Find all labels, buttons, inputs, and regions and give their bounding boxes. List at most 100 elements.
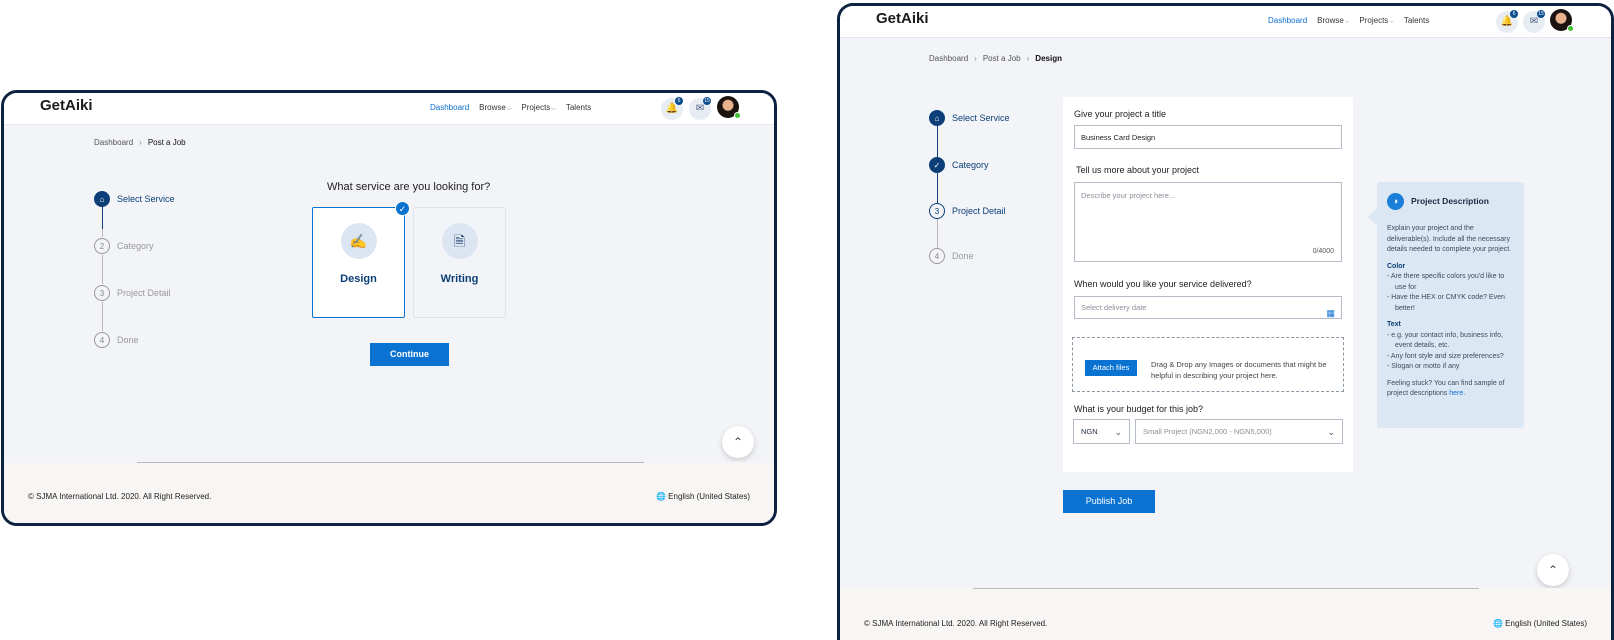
avatar[interactable] <box>717 96 741 119</box>
currency-select[interactable]: NGN ⌄ <box>1073 419 1130 444</box>
breadcrumb-dashboard[interactable]: Dashboard <box>929 54 968 63</box>
breadcrumb-design: Design <box>1035 54 1062 63</box>
footer-divider <box>973 588 1479 589</box>
nav-dashboard[interactable]: Dashboard <box>1268 16 1307 26</box>
step-connector <box>101 207 103 229</box>
file-drop-zone[interactable]: Attach files Drag & Drop any Images or d… <box>1072 337 1344 392</box>
budget-label: What is your budget for this job? <box>1074 404 1204 414</box>
step-number: 4 <box>94 332 110 348</box>
mail-icon[interactable]: ✉ 15 <box>689 97 711 120</box>
budget-range-select[interactable]: Small Project (NGN2,000 - NGN5,000) ⌄ <box>1135 419 1343 444</box>
main-nav: Dashboard Browse⌵ Projects⌵ Talents <box>430 103 591 113</box>
service-question-heading: What service are you looking for? <box>327 181 491 193</box>
design-pen-icon: ✍ <box>340 223 377 259</box>
chevron-right-icon: › <box>1026 54 1030 63</box>
tip-header: ◑ Project Description <box>1387 193 1514 210</box>
nav-talents[interactable]: Talents <box>1404 16 1429 26</box>
breadcrumb: Dashboard › Post a Job › Design <box>929 54 1062 63</box>
service-card-writing[interactable]: 🗎 Writing <box>413 207 506 318</box>
bell-icon[interactable]: 🔔 6 <box>1496 10 1518 33</box>
chevron-down-icon: ⌄ <box>1114 427 1122 437</box>
breadcrumb-post-a-job[interactable]: Post a Job <box>983 54 1021 63</box>
breadcrumb-dashboard[interactable]: Dashboard <box>94 138 133 147</box>
step-number: 3 <box>929 203 945 219</box>
project-description-textarea[interactable]: Describe your project here... 0/4000 <box>1074 182 1342 262</box>
step-connector <box>936 219 938 248</box>
attach-files-button[interactable]: Attach files <box>1085 360 1137 376</box>
copyright-text: © SJMA International Ltd. 2020. All Righ… <box>28 492 212 501</box>
step-number: 3 <box>94 285 110 301</box>
tip-color-item: - Have the HEX or CMYK code? Even better… <box>1387 294 1505 312</box>
step-connector <box>936 173 938 203</box>
delivery-label: When would you like your service deliver… <box>1074 279 1252 289</box>
sample-descriptions-link[interactable]: here. <box>1449 390 1465 397</box>
language-selector[interactable]: 🌐 English (United States) <box>656 492 750 501</box>
chevron-up-icon[interactable]: ⌃ <box>722 426 754 458</box>
step-category: ✓ Category <box>929 157 989 173</box>
step-select-service: ⌂ Select Service <box>929 110 1010 126</box>
publish-job-button[interactable]: Publish Job <box>1063 490 1155 513</box>
step-connector <box>936 126 938 157</box>
app-logo[interactable]: GetAiki <box>40 97 93 114</box>
tip-text-item: - Any font style and size preferences? <box>1387 352 1504 360</box>
chevron-right-icon: › <box>974 54 977 63</box>
language-selector[interactable]: 🌐 English (United States) <box>1493 619 1587 628</box>
step-connector <box>101 302 103 331</box>
app-logo[interactable]: GetAiki <box>876 10 929 27</box>
tip-text-item: - e.g. your contact info, business info,… <box>1387 331 1503 350</box>
check-icon: ✓ <box>395 201 410 216</box>
nav-browse[interactable]: Browse⌵ <box>479 103 511 113</box>
chevron-down-icon: ⌵ <box>1389 19 1394 25</box>
step-connector <box>101 255 103 284</box>
character-counter: 0/4000 <box>1312 248 1334 255</box>
nav-projects[interactable]: Projects⌵ <box>521 103 555 113</box>
post-job-project-detail-screen: GetAiki Dashboard Browse⌵ Projects⌵ Tale… <box>837 3 1614 640</box>
top-header: GetAiki Dashboard Browse⌵ Projects⌵ Tale… <box>4 93 774 125</box>
lightbulb-icon: ◑ <box>1387 193 1404 210</box>
chevron-down-icon: ⌵ <box>1344 19 1350 25</box>
delivery-date-input[interactable]: Select delivery date ▦ <box>1074 296 1342 319</box>
home-icon: ⌂ <box>929 110 945 126</box>
nav-projects[interactable]: Projects⌵ <box>1359 16 1393 26</box>
post-job-select-service-screen: GetAiki Dashboard Browse⌵ Projects⌵ Tale… <box>1 90 777 526</box>
tip-text-item: - Slogan or motto if any <box>1387 363 1460 370</box>
tip-intro: Explain your project and the deliverable… <box>1387 225 1512 253</box>
footer-divider <box>137 462 644 463</box>
continue-button[interactable]: Continue <box>370 343 449 366</box>
step-category: 2 Category <box>94 238 154 254</box>
step-project-detail: 3 Project Detail <box>929 203 1006 219</box>
chevron-down-icon: ⌵ <box>551 106 556 112</box>
nav-talents[interactable]: Talents <box>566 103 591 113</box>
check-icon: ✓ <box>929 157 945 173</box>
step-connector <box>101 229 103 237</box>
notification-badge: 6 <box>675 97 683 105</box>
tip-stuck-text: Feeling stuck? You can find sample of pr… <box>1387 379 1505 398</box>
nav-dashboard[interactable]: Dashboard <box>430 103 469 113</box>
chevron-down-icon: ⌵ <box>506 106 512 112</box>
tip-color-heading: Color <box>1387 262 1406 270</box>
online-status-dot <box>734 112 741 119</box>
chevron-down-icon: ⌄ <box>1327 427 1335 437</box>
project-description-tip: ◑ Project Description Explain your projec… <box>1368 182 1524 428</box>
mail-icon[interactable]: ✉ 15 <box>1523 10 1545 33</box>
title-label: Give your project a title <box>1074 109 1167 119</box>
avatar[interactable] <box>1550 9 1574 32</box>
step-select-service: ⌂ Select Service <box>94 191 175 207</box>
service-card-design[interactable]: ✓ ✍ Design <box>312 201 410 318</box>
step-number: 4 <box>929 248 945 264</box>
notification-badge: 6 <box>1510 10 1518 18</box>
drop-zone-text: Drag & Drop any Images or documents that… <box>1151 360 1327 380</box>
chevron-up-icon[interactable]: ⌃ <box>1537 554 1569 586</box>
bell-icon[interactable]: 🔔 6 <box>661 97 683 120</box>
breadcrumb: Dashboard › Post a Job <box>94 138 186 147</box>
main-nav: Dashboard Browse⌵ Projects⌵ Talents <box>1268 16 1429 26</box>
globe-icon: 🌐 <box>655 492 666 501</box>
project-title-input[interactable]: Business Card Design <box>1074 125 1342 149</box>
step-project-detail: 3 Project Detail <box>94 285 171 301</box>
nav-browse[interactable]: Browse⌵ <box>1317 16 1349 26</box>
calendar-icon[interactable]: ▦ <box>1326 302 1335 324</box>
message-badge: 15 <box>703 97 711 105</box>
project-detail-form: Give your project a title Business Card … <box>1063 97 1353 472</box>
about-label: Tell us more about your project <box>1076 165 1200 175</box>
chevron-right-icon: › <box>139 138 142 147</box>
